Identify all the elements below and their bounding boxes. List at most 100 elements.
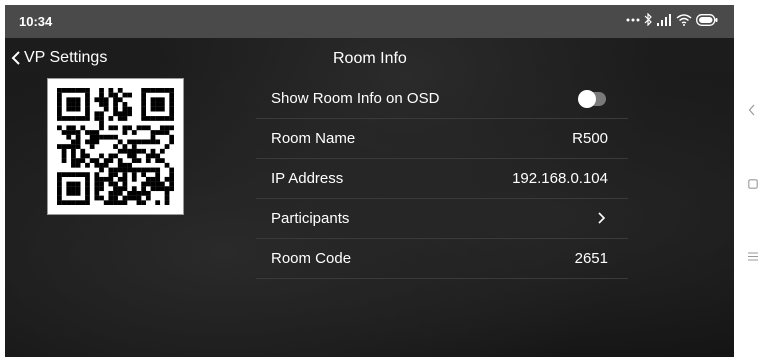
- qr-module: [131, 130, 137, 135]
- qr-module: [150, 88, 156, 93]
- qr-module: [108, 116, 114, 121]
- qr-code: [47, 78, 184, 215]
- qr-module: [164, 88, 170, 93]
- qr-module: [108, 125, 114, 131]
- qr-module: [164, 130, 170, 135]
- qr-module: [127, 162, 132, 168]
- menu-icon[interactable]: [748, 252, 758, 261]
- qr-module: [94, 116, 100, 121]
- setting-row-participants[interactable]: Participants: [256, 199, 628, 239]
- qr-module: [127, 92, 132, 98]
- qr-module: [57, 186, 62, 192]
- qr-module: [122, 172, 128, 178]
- qr-module: [141, 167, 147, 173]
- qr-module: [94, 162, 100, 168]
- qr-module: [159, 88, 165, 93]
- qr-module: [66, 97, 72, 103]
- qr-module: [71, 148, 76, 154]
- qr-module: [150, 102, 156, 107]
- qr-module: [71, 158, 76, 163]
- qr-module: [155, 130, 161, 135]
- qr-module: [99, 167, 104, 173]
- qr-module: [131, 190, 137, 196]
- qr-module: [75, 106, 81, 112]
- qr-module: [85, 139, 90, 145]
- qr-module: [85, 116, 90, 121]
- qr-module: [113, 200, 118, 205]
- qr-module: [150, 130, 156, 135]
- qr-module: [71, 162, 76, 168]
- qr-module: [169, 186, 174, 192]
- qr-module: [164, 116, 170, 121]
- qr-module: [122, 186, 128, 192]
- qr-module: [113, 134, 118, 140]
- qr-module: [99, 162, 104, 168]
- qr-module: [71, 172, 76, 178]
- qr-module: [85, 102, 90, 107]
- qr-module: [122, 181, 128, 187]
- qr-module: [108, 134, 114, 140]
- wifi-icon: [676, 13, 692, 26]
- status-time: 10:34: [19, 14, 53, 29]
- qr-module: [150, 106, 156, 112]
- qr-module: [94, 181, 100, 187]
- qr-module: [71, 130, 76, 135]
- qr-module: [122, 195, 128, 201]
- show-osd-toggle[interactable]: [578, 90, 606, 108]
- qr-module: [113, 102, 118, 107]
- qr-module: [136, 158, 142, 163]
- qr-module: [122, 116, 128, 121]
- qr-module: [141, 102, 147, 107]
- qr-module: [99, 186, 104, 192]
- room-name-label: Room Name: [271, 130, 356, 147]
- back-button[interactable]: VP Settings: [11, 49, 107, 67]
- setting-row-show-osd[interactable]: Show Room Info on OSD: [256, 79, 628, 119]
- qr-module: [108, 88, 114, 93]
- qr-module: [169, 176, 174, 182]
- qr-module: [141, 181, 147, 187]
- qr-module: [99, 125, 104, 131]
- qr-module: [117, 190, 123, 196]
- qr-code-icon: [57, 88, 174, 205]
- qr-module: [169, 139, 174, 145]
- qr-module: [155, 176, 161, 182]
- qr-module: [145, 190, 151, 196]
- back-icon[interactable]: [748, 104, 756, 116]
- app-screen: 10:34 VP Settings Room Info Show Room In…: [5, 5, 734, 357]
- chevron-right-icon: [598, 212, 606, 224]
- qr-module: [155, 181, 161, 187]
- qr-module: [159, 181, 165, 187]
- qr-module: [131, 195, 137, 201]
- qr-module: [75, 134, 81, 140]
- qr-module: [94, 158, 100, 163]
- qr-module: [85, 88, 90, 93]
- qr-module: [85, 186, 90, 192]
- status-icons: [626, 13, 718, 26]
- qr-module: [159, 102, 165, 107]
- qr-module: [71, 144, 76, 149]
- qr-module: [150, 181, 156, 187]
- qr-module: [122, 148, 128, 154]
- qr-module: [66, 181, 72, 187]
- qr-module: [103, 106, 109, 112]
- participants-label: Participants: [271, 210, 350, 227]
- qr-module: [117, 116, 123, 121]
- ip-address-label: IP Address: [271, 170, 344, 187]
- qr-module: [155, 158, 161, 163]
- qr-module: [57, 200, 62, 205]
- qr-module: [75, 190, 81, 196]
- qr-module: [57, 144, 62, 149]
- qr-module: [57, 106, 62, 112]
- qr-module: [122, 125, 128, 131]
- qr-module: [71, 186, 76, 192]
- home-icon[interactable]: [748, 179, 758, 189]
- qr-module: [141, 190, 147, 196]
- qr-module: [75, 116, 81, 121]
- qr-module: [122, 106, 128, 112]
- qr-module: [71, 153, 76, 159]
- qr-module: [85, 195, 90, 201]
- qr-module: [169, 106, 174, 112]
- qr-module: [164, 200, 170, 205]
- qr-module: [145, 158, 151, 163]
- qr-module: [75, 88, 81, 93]
